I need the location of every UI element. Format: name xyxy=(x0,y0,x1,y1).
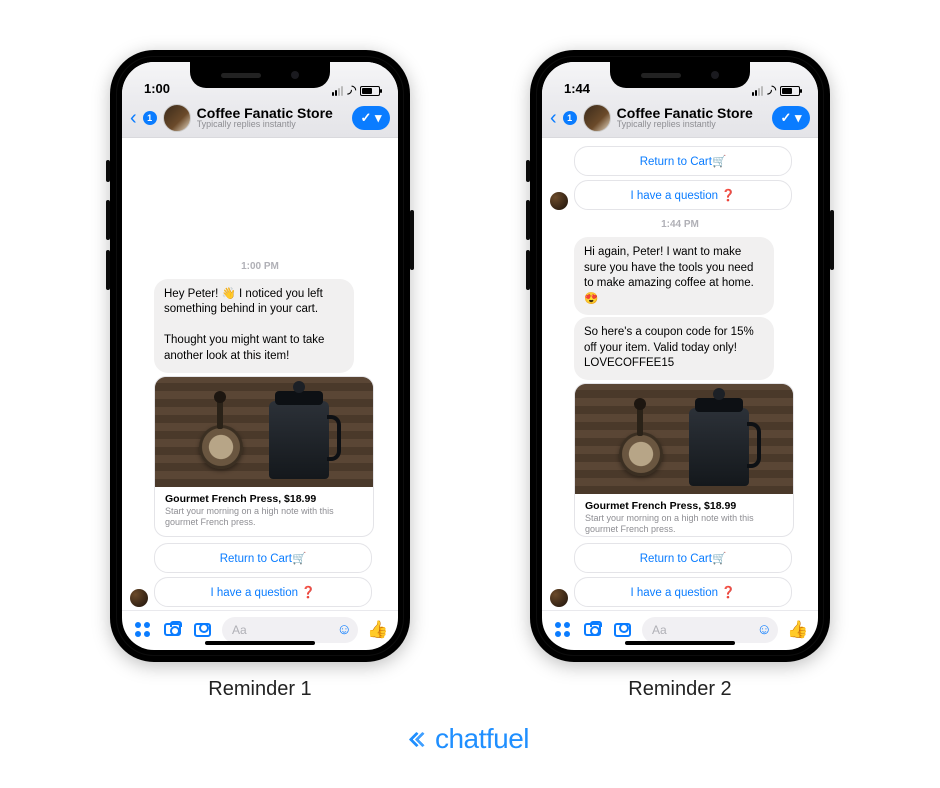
manage-action-button[interactable]: ✓ ▾ xyxy=(772,106,810,130)
chat-messages[interactable]: Return to Cart🛒 I have a question ❓ 1:44… xyxy=(542,138,818,610)
chat-header: ‹ 1 Coffee Fanatic Store Typically repli… xyxy=(122,98,398,138)
chat-timestamp: 1:44 PM xyxy=(550,219,810,230)
apps-icon[interactable] xyxy=(552,622,572,637)
back-icon[interactable]: ‹ xyxy=(130,108,137,128)
question-button[interactable]: I have a question ❓ xyxy=(154,577,372,607)
cellular-icon xyxy=(752,86,763,96)
phone-notch xyxy=(610,62,750,88)
camera-icon[interactable] xyxy=(162,623,182,636)
product-image xyxy=(155,377,373,487)
mute-switch[interactable] xyxy=(526,160,530,182)
product-card[interactable]: Gourmet French Press, $18.99 Start your … xyxy=(154,376,374,538)
home-indicator[interactable] xyxy=(625,641,735,645)
product-title: Gourmet French Press, $18.99 xyxy=(585,500,783,512)
volume-up-button[interactable] xyxy=(526,200,530,240)
chatfuel-logo: chatfuel xyxy=(411,723,529,755)
sender-avatar xyxy=(130,589,148,607)
volume-down-button[interactable] xyxy=(106,250,110,290)
sender-avatar xyxy=(550,192,568,210)
chatfuel-icon xyxy=(411,729,431,749)
thumbs-up-icon[interactable]: 👍 xyxy=(368,620,388,640)
product-desc: Start your morning on a high note with t… xyxy=(165,506,363,529)
battery-icon xyxy=(360,86,380,96)
message-input[interactable]: Aa ☺ xyxy=(222,617,358,643)
product-title: Gourmet French Press, $18.99 xyxy=(165,493,363,505)
chat-title[interactable]: Coffee Fanatic Store xyxy=(617,106,766,120)
chat-header: ‹ 1 Coffee Fanatic Store Typically repli… xyxy=(542,98,818,138)
chat-messages[interactable]: 1:00 PM Hey Peter! 👋 I noticed you left … xyxy=(122,138,398,610)
message-input[interactable]: Aa ☺ xyxy=(642,617,778,643)
phone-reminder-1: 1:00 ◞◝ ‹ 1 Coffee Fanatic Store Typical… xyxy=(110,50,410,662)
power-button[interactable] xyxy=(830,210,834,270)
question-mark-icon: ❓ xyxy=(298,587,316,599)
chat-subtitle: Typically replies instantly xyxy=(617,120,766,129)
phone-notch xyxy=(190,62,330,88)
message-row: Hey Peter! 👋 I noticed you left somethin… xyxy=(130,279,390,373)
message-row: So here's a coupon code for 15% off your… xyxy=(550,317,810,380)
volume-up-button[interactable] xyxy=(106,200,110,240)
return-to-cart-button[interactable]: Return to Cart🛒 xyxy=(154,543,372,573)
emoji-icon[interactable]: ☺ xyxy=(757,621,772,638)
thumbs-up-icon[interactable]: 👍 xyxy=(788,620,808,640)
power-button[interactable] xyxy=(410,210,414,270)
apps-icon[interactable] xyxy=(132,622,152,637)
status-clock: 1:00 xyxy=(144,81,170,96)
question-button[interactable]: I have a question ❓ xyxy=(574,180,792,210)
home-indicator[interactable] xyxy=(205,641,315,645)
chat-subtitle: Typically replies instantly xyxy=(197,120,346,129)
question-mark-icon: ❓ xyxy=(718,190,736,202)
store-avatar[interactable] xyxy=(163,104,191,132)
chat-timestamp: 1:00 PM xyxy=(130,261,390,272)
message-bubble: Hi again, Peter! I want to make sure you… xyxy=(574,237,774,315)
message-row: Hi again, Peter! I want to make sure you… xyxy=(550,237,810,315)
manage-action-button[interactable]: ✓ ▾ xyxy=(352,106,390,130)
return-to-cart-button[interactable]: Return to Cart🛒 xyxy=(574,543,792,573)
gallery-icon[interactable] xyxy=(192,623,212,637)
input-placeholder: Aa xyxy=(652,623,667,637)
unread-badge: 1 xyxy=(563,111,577,125)
wifi-icon: ◞◝ xyxy=(767,85,776,96)
caption-reminder-2: Reminder 2 xyxy=(530,678,830,701)
unread-badge: 1 xyxy=(143,111,157,125)
camera-icon[interactable] xyxy=(582,623,602,636)
message-bubble: So here's a coupon code for 15% off your… xyxy=(574,317,774,380)
cellular-icon xyxy=(332,86,343,96)
message-bubble: Hey Peter! 👋 I noticed you left somethin… xyxy=(154,279,354,373)
gallery-icon[interactable] xyxy=(612,623,632,637)
product-image xyxy=(575,384,793,494)
chat-title[interactable]: Coffee Fanatic Store xyxy=(197,106,346,120)
caption-reminder-1: Reminder 1 xyxy=(110,678,410,701)
question-mark-icon: ❓ xyxy=(718,587,736,599)
product-desc: Start your morning on a high note with t… xyxy=(585,513,783,536)
store-avatar[interactable] xyxy=(583,104,611,132)
question-button[interactable]: I have a question ❓ xyxy=(574,577,792,607)
back-icon[interactable]: ‹ xyxy=(550,108,557,128)
emoji-icon[interactable]: ☺ xyxy=(337,621,352,638)
wifi-icon: ◞◝ xyxy=(347,85,356,96)
volume-down-button[interactable] xyxy=(526,250,530,290)
sender-avatar xyxy=(550,589,568,607)
phone-reminder-2: 1:44 ◞◝ ‹ 1 Coffee Fanatic Store Typical… xyxy=(530,50,830,662)
input-placeholder: Aa xyxy=(232,623,247,637)
return-to-cart-button[interactable]: Return to Cart🛒 xyxy=(574,146,792,176)
status-clock: 1:44 xyxy=(564,81,590,96)
battery-icon xyxy=(780,86,800,96)
product-card[interactable]: Gourmet French Press, $18.99 Start your … xyxy=(574,383,794,537)
mute-switch[interactable] xyxy=(106,160,110,182)
